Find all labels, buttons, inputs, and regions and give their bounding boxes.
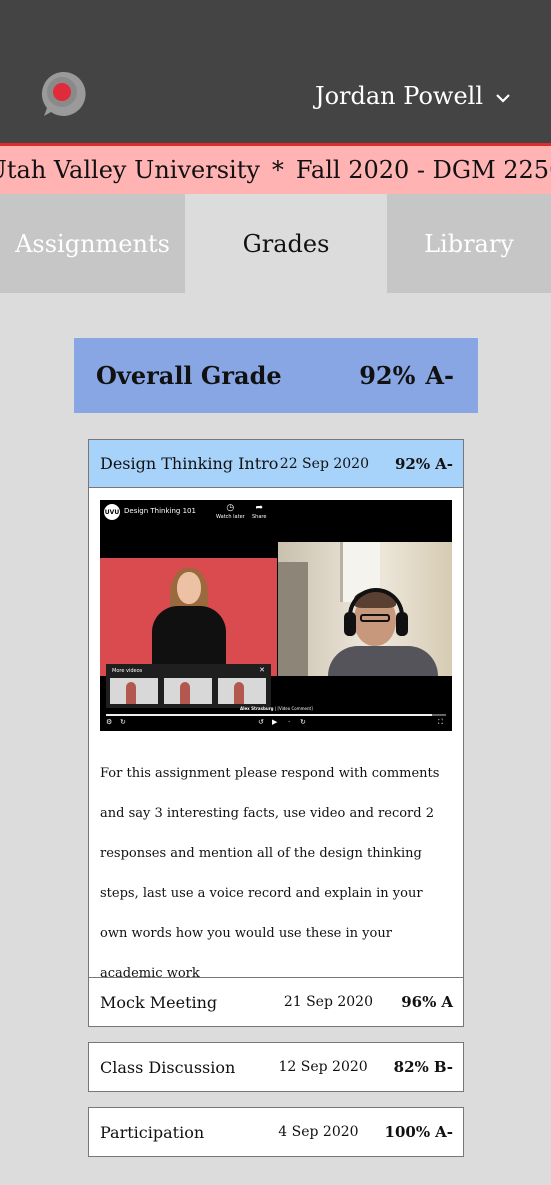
overall-grade-value: 92% A- xyxy=(359,361,454,390)
share-label: Share xyxy=(252,514,267,520)
video-controls: ⚙ ↻ ↺ ▶ · ↻ ⛶ xyxy=(100,718,452,730)
assignment-grade: 92% A- xyxy=(395,455,453,473)
assignment-grade: 100% A- xyxy=(385,1123,453,1141)
overall-grade-percent: 92% xyxy=(359,361,416,390)
forward-icon[interactable]: ↻ xyxy=(300,718,306,726)
tab-assignments[interactable]: Assignments xyxy=(0,194,185,293)
more-videos-panel: More videos ✕ xyxy=(106,664,271,708)
loop-icon[interactable]: ↻ xyxy=(120,718,126,726)
chevron-down-icon xyxy=(496,94,510,103)
assignment-date: 4 Sep 2020 xyxy=(278,1124,359,1140)
video-progress-bar[interactable] xyxy=(106,714,446,716)
settings-icon[interactable]: ⚙ xyxy=(106,718,112,726)
clock-icon: ◷ xyxy=(226,503,235,513)
fullscreen-icon[interactable]: ⛶ xyxy=(438,718,443,727)
user-name: Jordan Powell xyxy=(314,82,483,110)
watch-later-label: Watch later xyxy=(216,514,245,520)
assignment-date: 12 Sep 2020 xyxy=(278,1059,368,1075)
play-icon[interactable]: ▶ xyxy=(272,718,277,726)
share-icon: ➦ xyxy=(255,503,263,513)
commenter-video-pane xyxy=(278,542,452,676)
course-banner: Utah Valley University * Fall 2020 - DGM… xyxy=(0,146,551,194)
assignment-percent: 92% xyxy=(394,454,431,473)
assignment-letter: A- xyxy=(435,1123,453,1141)
overall-grade-letter: A- xyxy=(425,361,454,390)
assignment-header[interactable]: Mock Meeting 21 Sep 2020 96% A xyxy=(89,978,463,1026)
tab-grades[interactable]: Grades xyxy=(185,194,387,293)
assignment-letter: B- xyxy=(433,1058,453,1076)
assignment-date: 22 Sep 2020 xyxy=(279,455,369,472)
assignment-title: Design Thinking Intro xyxy=(100,454,279,473)
more-videos-label: More videos xyxy=(112,668,143,674)
tab-bar: Assignments Grades Library xyxy=(0,194,551,293)
assignment-percent: 82% xyxy=(393,1058,429,1076)
assignment-percent: 100% xyxy=(384,1123,431,1141)
video-player[interactable]: UVU Design Thinking 101 ◷ Watch later ➦ … xyxy=(100,500,452,731)
assignment-letter: A- xyxy=(435,454,453,473)
assignment-header[interactable]: Class Discussion 12 Sep 2020 82% B- xyxy=(89,1043,463,1091)
assignment-title: Participation xyxy=(100,1122,205,1142)
presenter-video-pane xyxy=(100,558,277,676)
watch-later-button[interactable]: ◷ Watch later xyxy=(216,503,245,520)
assignment-card: Mock Meeting 21 Sep 2020 96% A xyxy=(88,977,464,1027)
course-term: Fall 2020 - DGM 2250 xyxy=(295,156,551,184)
video-thumbnail[interactable] xyxy=(164,678,212,704)
speed-icon[interactable]: · xyxy=(288,718,290,726)
assignment-title: Class Discussion xyxy=(100,1057,236,1077)
video-caption: Alex Strasburg | [Video Comment] xyxy=(240,706,313,711)
assignment-grade: 82% B- xyxy=(394,1058,453,1076)
overall-grade-label: Overall Grade xyxy=(96,361,282,390)
user-menu[interactable]: Jordan Powell xyxy=(315,82,511,110)
overall-grade-card: Overall Grade 92% A- xyxy=(74,338,478,413)
close-icon[interactable]: ✕ xyxy=(259,666,265,674)
video-top-bar: UVU Design Thinking 101 ◷ Watch later ➦ … xyxy=(100,500,452,540)
video-thumbnail[interactable] xyxy=(218,678,266,704)
video-caption-note: | [Video Comment] xyxy=(274,706,313,711)
assignment-card: Design Thinking Intro 22 Sep 2020 92% A- … xyxy=(88,439,464,1015)
video-thumbnail[interactable] xyxy=(110,678,158,704)
assignment-card: Class Discussion 12 Sep 2020 82% B- xyxy=(88,1042,464,1092)
course-separator: * xyxy=(271,156,284,184)
assignment-header[interactable]: Design Thinking Intro 22 Sep 2020 92% A- xyxy=(89,440,463,488)
assignment-letter: A xyxy=(441,993,453,1011)
top-bar: Jordan Powell xyxy=(0,0,551,143)
assignment-title: Mock Meeting xyxy=(100,992,218,1012)
assignment-date: 21 Sep 2020 xyxy=(283,994,373,1010)
channel-avatar[interactable]: UVU xyxy=(104,504,120,520)
assignment-card: Participation 4 Sep 2020 100% A- xyxy=(88,1107,464,1157)
assignment-grade: 96% A xyxy=(399,993,453,1011)
video-progress-fill xyxy=(106,714,433,716)
video-title[interactable]: Design Thinking 101 xyxy=(124,507,196,515)
assignment-header[interactable]: Participation 4 Sep 2020 100% A- xyxy=(89,1108,463,1156)
rewind-icon[interactable]: ↺ xyxy=(258,718,264,726)
video-caption-name: Alex Strasburg xyxy=(240,706,274,711)
speech-bubble-logo-icon[interactable] xyxy=(38,70,86,118)
share-button[interactable]: ➦ Share xyxy=(252,503,266,520)
tab-library[interactable]: Library xyxy=(387,194,551,293)
institution-name: Utah Valley University xyxy=(0,156,260,184)
assignment-description: For this assignment please respond with … xyxy=(100,766,440,981)
assignment-percent: 96% xyxy=(401,993,437,1011)
